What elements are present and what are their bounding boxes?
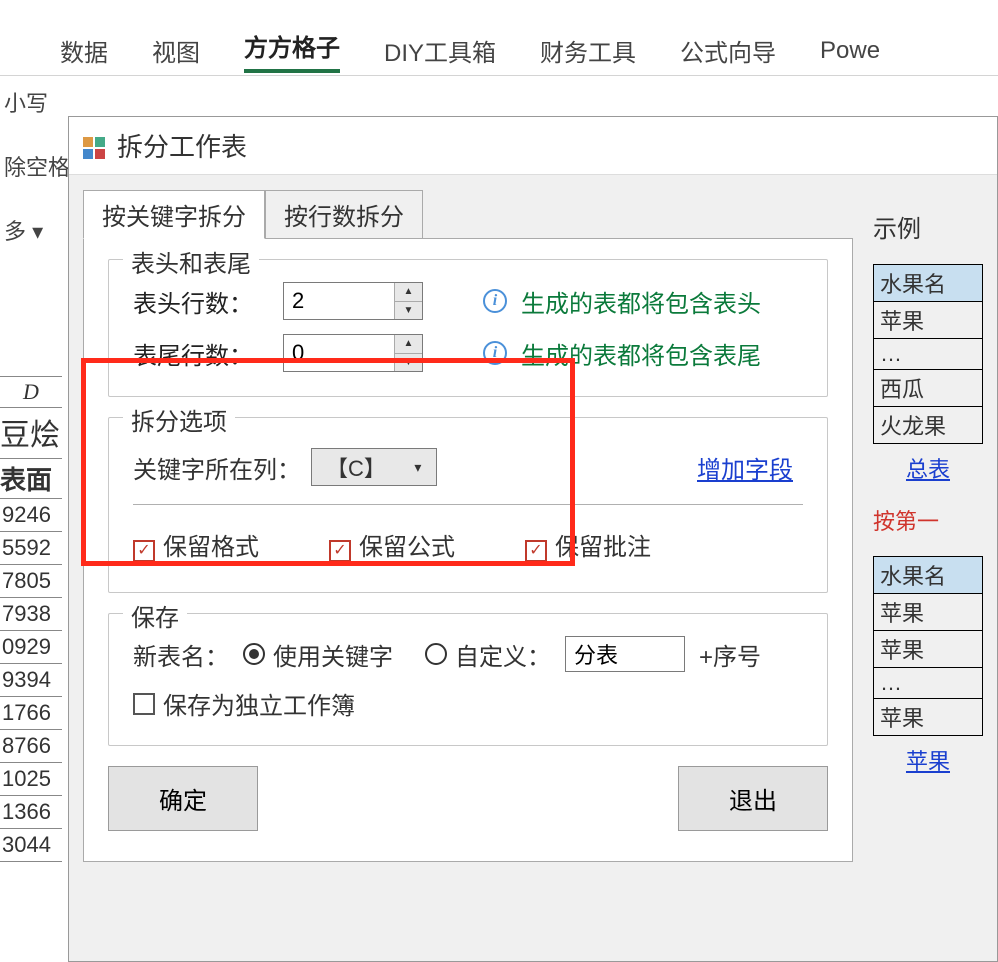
key-column-label: 关键字所在列： — [133, 450, 301, 485]
head-hint: 生成的表都将包含表头 — [521, 284, 761, 319]
example-caption-apple: 苹果 — [873, 744, 983, 776]
head-rows-label: 表头行数： — [133, 284, 283, 319]
spin-up-icon[interactable]: ▲ — [395, 283, 422, 302]
key-column-combo[interactable]: 【C】 ▾ — [311, 448, 437, 486]
ribbon-btn-more[interactable]: 多 ▾ — [4, 214, 62, 246]
cell[interactable]: 表面 — [0, 459, 62, 499]
cell[interactable]: 5592 — [0, 532, 62, 565]
spin-up-icon[interactable]: ▲ — [395, 335, 422, 354]
ribbon-tab-power[interactable]: Powe — [820, 37, 880, 65]
info-icon: i — [483, 341, 507, 365]
keep-format-checkbox[interactable]: 保留格式 — [133, 527, 259, 562]
keep-formula-checkbox[interactable]: 保留公式 — [329, 527, 455, 562]
ribbon-tab-diy[interactable]: DIY工具箱 — [384, 33, 496, 68]
cell[interactable]: 3044 — [0, 829, 62, 862]
cell[interactable]: 1766 — [0, 697, 62, 730]
key-column-value: 【C】 — [312, 451, 400, 483]
example-caption-total: 总表 — [873, 452, 983, 484]
radio-use-keyword[interactable]: 使用关键字 — [243, 637, 393, 672]
example-table-total: 水果名 苹果 … 西瓜 火龙果 — [873, 264, 983, 444]
spin-down-icon[interactable]: ▼ — [395, 354, 422, 372]
spin-down-icon[interactable]: ▼ — [395, 302, 422, 320]
save-independent-checkbox[interactable]: 保存为独立工作簿 — [133, 686, 355, 721]
example-title: 示例 — [873, 209, 983, 244]
ok-button[interactable]: 确定 — [108, 766, 258, 831]
ribbon-tab-view[interactable]: 视图 — [152, 33, 200, 68]
custom-name-input[interactable] — [565, 636, 685, 672]
cell[interactable]: 7805 — [0, 565, 62, 598]
tab-by-keyword[interactable]: 按关键字拆分 — [83, 190, 265, 239]
head-rows-spinner[interactable]: ▲ ▼ — [283, 282, 423, 320]
keep-comment-checkbox[interactable]: 保留批注 — [525, 527, 651, 562]
worksheet-column: D 豆烩 表面 9246 5592 7805 7938 0929 9394 17… — [0, 376, 62, 862]
dialog-icon — [83, 135, 105, 157]
cell[interactable]: 7938 — [0, 598, 62, 631]
cell[interactable]: 1366 — [0, 796, 62, 829]
ribbon-tabs: 数据 视图 方方格子 DIY工具箱 财务工具 公式向导 Powe — [0, 26, 998, 76]
cell[interactable]: 0929 — [0, 631, 62, 664]
split-worksheet-dialog: 拆分工作表 按关键字拆分 按行数拆分 表头和表尾 表头行数： ▲ ▼ — [68, 116, 998, 962]
chevron-down-icon[interactable]: ▾ — [400, 449, 436, 485]
ribbon-btn-case[interactable]: 小写 — [4, 86, 62, 118]
tail-rows-spinner[interactable]: ▲ ▼ — [283, 334, 423, 372]
example-table-apple: 水果名 苹果 苹果 … 苹果 — [873, 556, 983, 736]
head-rows-input[interactable] — [284, 283, 394, 319]
cell[interactable]: 豆烩 — [0, 408, 62, 459]
radio-custom[interactable]: 自定义： — [425, 637, 551, 672]
exit-button[interactable]: 退出 — [678, 766, 828, 831]
ribbon-tab-ffgezi[interactable]: 方方格子 — [244, 28, 340, 73]
cell[interactable]: 1025 — [0, 763, 62, 796]
tail-rows-label: 表尾行数： — [133, 336, 283, 371]
cell[interactable]: 8766 — [0, 730, 62, 763]
cell[interactable]: 9394 — [0, 664, 62, 697]
ribbon-tab-data[interactable]: 数据 — [60, 33, 108, 68]
add-field-link[interactable]: 增加字段 — [697, 450, 793, 485]
tail-hint: 生成的表都将包含表尾 — [521, 336, 761, 371]
split-options-legend: 拆分选项 — [123, 402, 235, 437]
column-header-d[interactable]: D — [0, 376, 62, 408]
save-legend: 保存 — [123, 598, 187, 633]
header-footer-legend: 表头和表尾 — [123, 244, 259, 279]
info-icon: i — [483, 289, 507, 313]
cell[interactable]: 9246 — [0, 499, 62, 532]
tail-rows-input[interactable] — [284, 335, 394, 371]
tab-by-rows[interactable]: 按行数拆分 — [265, 190, 423, 239]
ribbon-tab-formula[interactable]: 公式向导 — [680, 33, 776, 68]
suffix-label: +序号 — [699, 637, 761, 672]
example-red-text: 按第一 — [873, 504, 983, 536]
ribbon-btn-trim[interactable]: 除空格 — [4, 150, 62, 182]
ribbon-tab-finance[interactable]: 财务工具 — [540, 33, 636, 68]
new-name-label: 新表名： — [133, 637, 229, 672]
dialog-title-text: 拆分工作表 — [117, 127, 247, 164]
